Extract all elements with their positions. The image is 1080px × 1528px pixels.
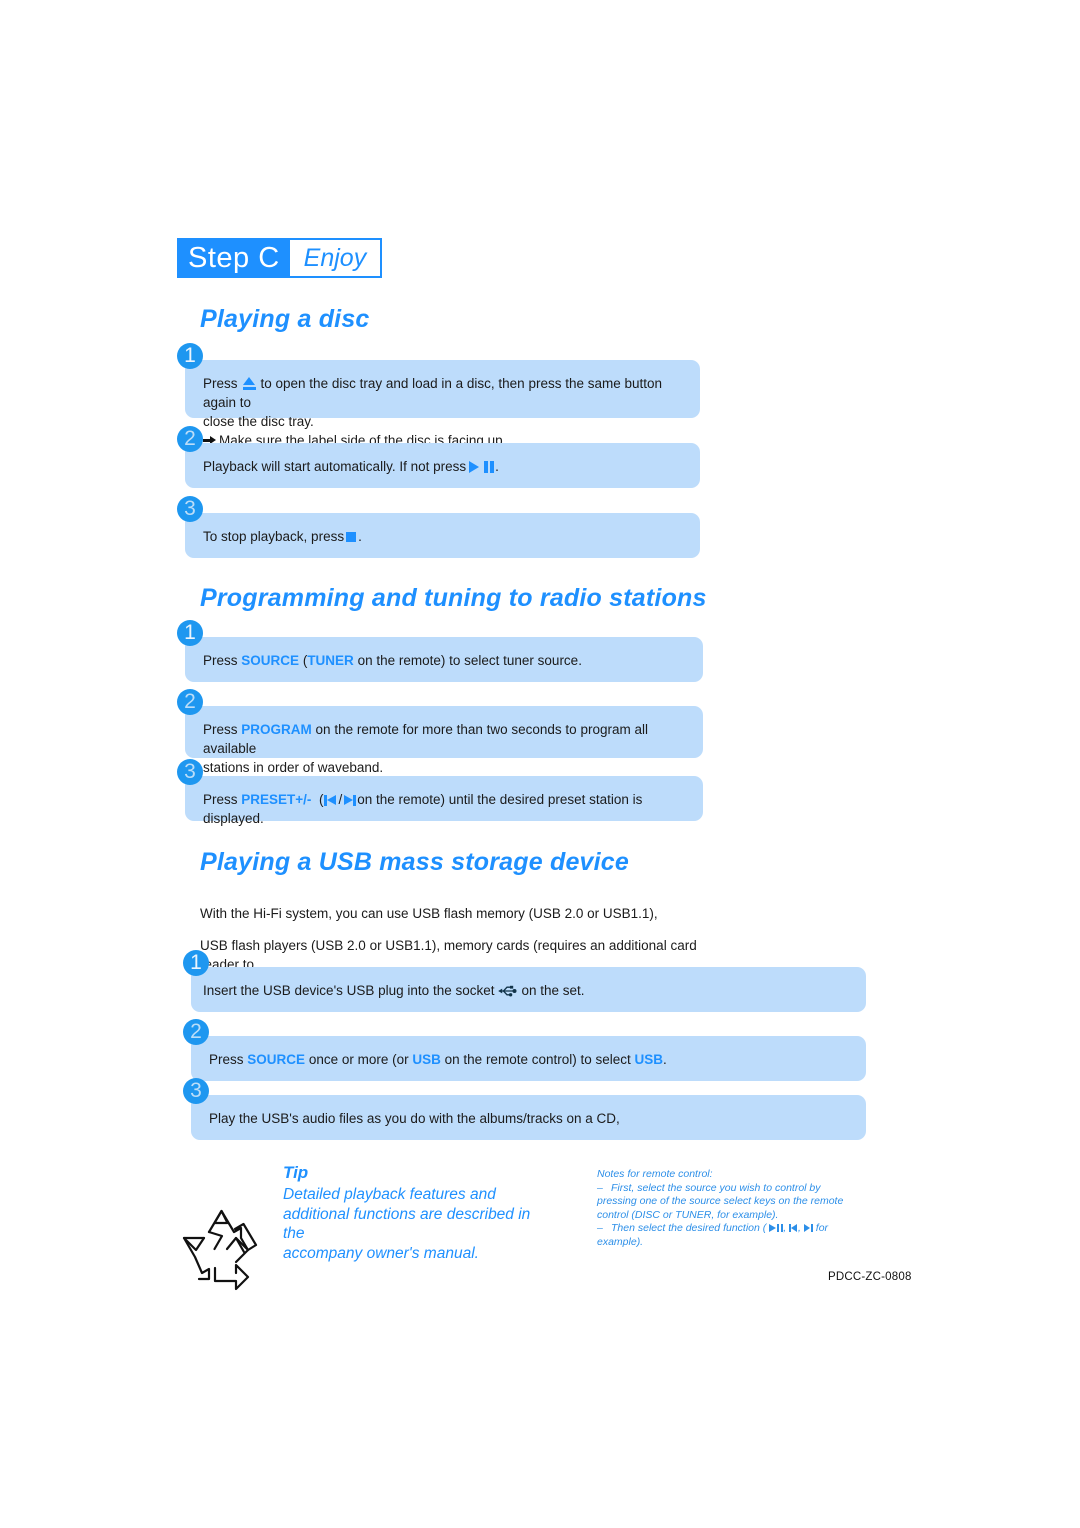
text: Press: [203, 792, 238, 807]
text: Press: [209, 1052, 244, 1067]
step-label: Step C: [179, 240, 290, 276]
notes-line-2: pressing one of the source select keys o…: [597, 1195, 844, 1207]
text: To stop playback, press: [203, 529, 345, 544]
disc-step-2-line-1: Playback will start automatically. If no…: [203, 457, 682, 476]
section-heading-playing-usb: Playing a USB mass storage device: [200, 848, 630, 876]
text: .: [663, 1052, 667, 1067]
radio-step-2-line-1: Press PROGRAM on the remote for more tha…: [203, 720, 685, 758]
usb-icon-svg: [498, 985, 517, 997]
disc-step-1-line-2: close the disc tray.: [203, 414, 314, 429]
text: for: [815, 1222, 829, 1234]
tip-body-line-3: accompany owner's manual.: [283, 1244, 479, 1262]
notes-line-3: control (DISC or TUNER, for example).: [597, 1208, 779, 1221]
dash: –: [597, 1181, 603, 1194]
text: ,: [798, 1222, 801, 1234]
disc-step-1-bubble: Press to open the disc tray and load in a…: [185, 360, 700, 448]
notes-line-5: example).: [597, 1235, 644, 1248]
radio-step-2-line-2: stations in order of waveband.: [203, 760, 384, 775]
disc-step-1-line-1: Press to open the disc tray and load in a…: [203, 374, 682, 412]
step-badge-1: 1: [177, 343, 203, 369]
usb-step-3-bubble: Play the USB's audio files as you do wit…: [191, 1095, 866, 1140]
text: (: [318, 792, 324, 807]
keyword-source: SOURCE: [247, 1052, 306, 1067]
usb-step-1-bubble: Insert the USB device's USB plug into th…: [191, 967, 866, 1012]
keyword-program: PROGRAM: [241, 722, 312, 737]
text: on the remote) to select tuner source.: [357, 653, 582, 668]
notes-title: Notes for remote control:: [597, 1168, 713, 1180]
text: .: [495, 459, 499, 474]
step-badge-1: 1: [183, 950, 209, 976]
notes-for-remote-control: Notes for remote control: – First, select…: [597, 1168, 887, 1249]
next-track-icon: [803, 1224, 813, 1232]
section-heading-programming-tuning: Programming and tuning to radio stations: [200, 584, 707, 612]
stop-icon: [346, 532, 357, 542]
text: Press: [203, 376, 238, 391]
text: /: [338, 792, 343, 807]
text: to open the disc tray and load in a disc…: [203, 376, 663, 410]
notes-line-1: – First, select the source you wish to co…: [597, 1182, 887, 1196]
step-badge-3: 3: [177, 759, 203, 785]
text: Insert the USB device's USB plug into th…: [203, 983, 495, 998]
play-icon: [469, 461, 480, 473]
usb-step-2-bubble: Press SOURCE once or more (or USB on the…: [191, 1036, 866, 1081]
next-track-icon: [343, 795, 357, 806]
text: First, select the source you wish to con…: [611, 1181, 821, 1194]
usb-step-3-line-1: Play the USB's audio files as you do wit…: [209, 1111, 620, 1126]
radio-step-1-bubble: Press SOURCE (TUNER on the remote) to se…: [185, 637, 703, 682]
disc-step-2-bubble: Playback will start automatically. If no…: [185, 443, 700, 488]
radio-step-3-line-1: Press PRESET+/- (/ on the remote) until t…: [203, 790, 685, 828]
document-code: PDCC-ZC-0808: [828, 1271, 912, 1283]
previous-track-icon: [324, 795, 337, 806]
usb-step-1-line-1: Insert the USB device's USB plug into th…: [203, 981, 848, 1000]
keyword-usb: USB: [634, 1052, 664, 1067]
text: on the remote control) to select: [444, 1052, 631, 1067]
radio-step-2-bubble: Press PROGRAM on the remote for more tha…: [185, 706, 703, 775]
radio-step-1-line-1: Press SOURCE (TUNER on the remote) to se…: [203, 651, 685, 670]
usb-icon: [497, 984, 518, 998]
section-heading-playing-a-disc: Playing a disc: [200, 305, 370, 333]
text: .: [358, 529, 362, 544]
pause-icon: [777, 1224, 783, 1232]
step-badge-3: 3: [183, 1078, 209, 1104]
text: Press: [203, 653, 238, 668]
manual-page: Step C Enjoy Playing a disc 1 Press to op…: [0, 0, 1080, 1528]
eject-icon: [242, 377, 257, 390]
text: ,: [783, 1222, 787, 1234]
step-badge-3: 3: [177, 496, 203, 522]
text: on the set.: [521, 983, 585, 998]
tip-title: Tip: [283, 1163, 309, 1182]
keyword-source: SOURCE: [241, 653, 300, 668]
tip-body-line-1: Detailed playback features and: [283, 1186, 496, 1203]
text: Playback will start automatically. If no…: [203, 459, 467, 474]
usb-step-2-line-1: Press SOURCE once or more (or USB on the…: [209, 1050, 848, 1069]
recycle-icon: [178, 1205, 266, 1291]
dash: –: [597, 1222, 603, 1234]
step-badge-2: 2: [183, 1019, 209, 1045]
keyword-usb: USB: [412, 1052, 441, 1067]
notes-line-4: – Then select the desired function ( , , …: [597, 1222, 887, 1236]
keyword-tuner: TUNER: [307, 653, 354, 668]
usb-intro-line-1: With the Hi-Fi system, you can use USB f…: [200, 905, 658, 921]
previous-track-icon: [789, 1224, 798, 1232]
text: Then select the desired function (: [611, 1222, 767, 1234]
tip-body-line-2: additional functions are described in th…: [283, 1205, 531, 1243]
step-badge-2: 2: [177, 689, 203, 715]
text: once or more (or: [308, 1052, 409, 1067]
pause-icon: [484, 461, 494, 473]
disc-step-3-line-1: To stop playback, press.: [203, 527, 682, 546]
keyword-preset: PRESET+/-: [241, 792, 312, 807]
text: Press: [203, 722, 238, 737]
radio-step-3-bubble: Press PRESET+/- (/ on the remote) until t…: [185, 776, 703, 826]
step-badge-2: 2: [177, 426, 203, 452]
step-subtitle: Enjoy: [289, 240, 381, 276]
play-icon: [769, 1224, 777, 1232]
step-header: Step C Enjoy: [177, 238, 383, 278]
tip-body: Detailed playback features and additiona…: [283, 1185, 548, 1263]
step-badge-1: 1: [177, 620, 203, 646]
disc-step-3-bubble: To stop playback, press.: [185, 513, 700, 558]
